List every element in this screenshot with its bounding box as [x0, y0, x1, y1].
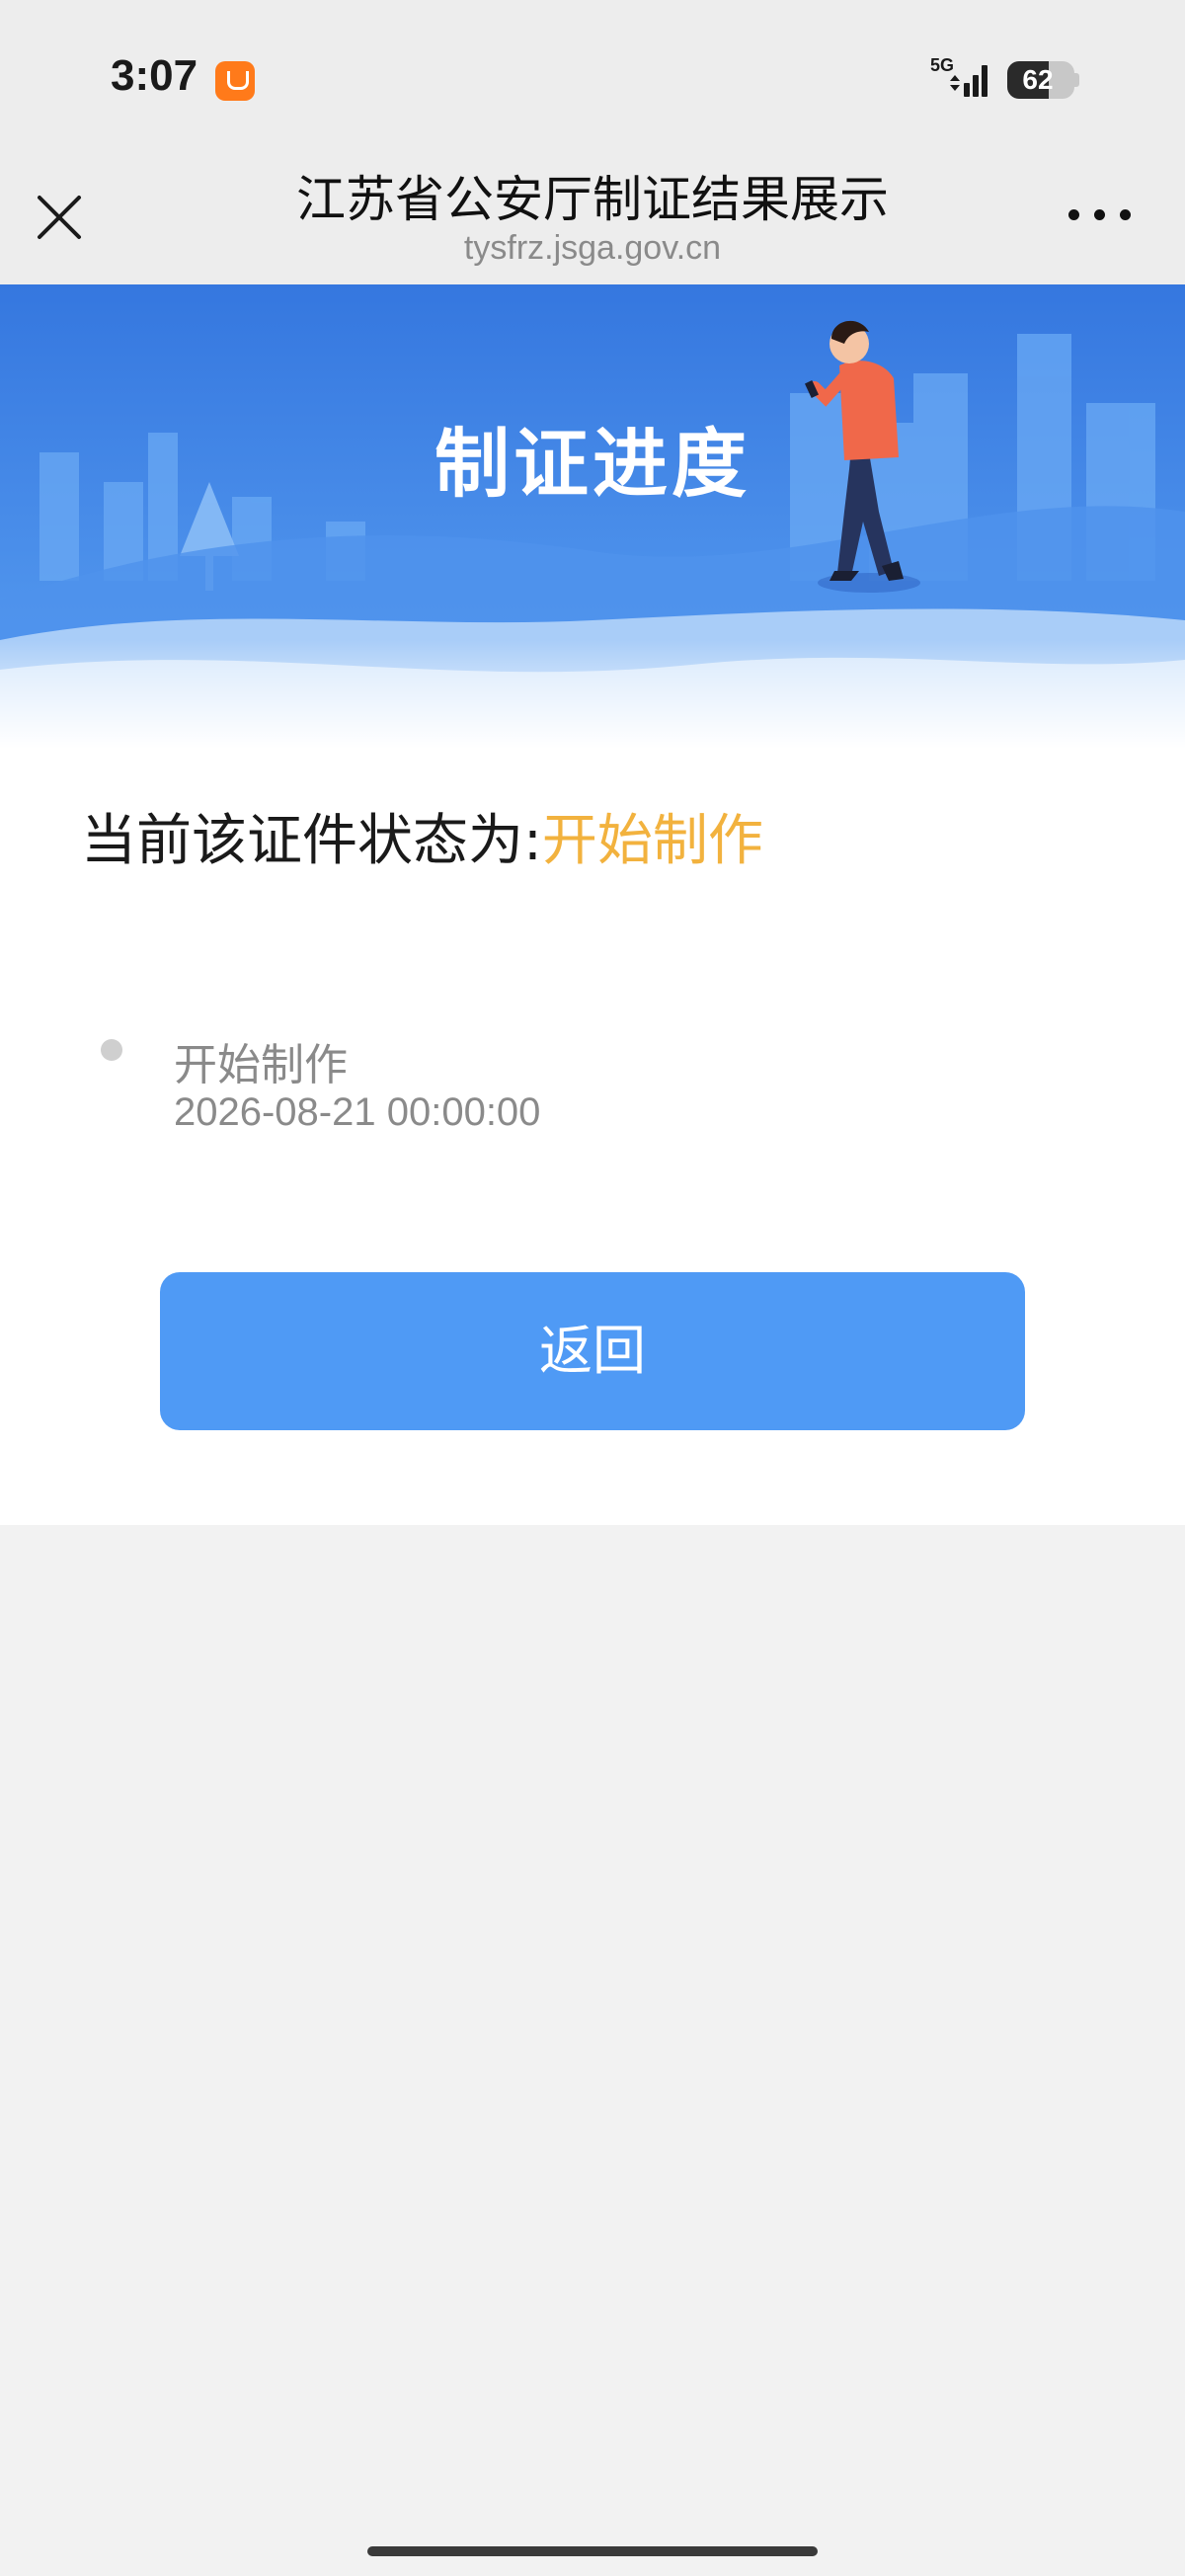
- taobao-app-icon: [215, 61, 255, 101]
- timeline-dot: [101, 1039, 122, 1061]
- battery-percent: 62: [1022, 64, 1054, 95]
- more-options-icon[interactable]: [1066, 200, 1136, 229]
- signal-icon: [950, 65, 988, 97]
- status-value: 开始制作: [541, 809, 763, 873]
- status-card: 当前该证件状态为:开始制作 开始制作 2026-08-21 00:00:00 返…: [0, 749, 1185, 1525]
- status-line: 当前该证件状态为:开始制作: [81, 796, 763, 876]
- nav-bar: 江苏省公安厅制证结果展示 tysfrz.jsga.gov.cn: [0, 148, 1185, 284]
- banner-title: 制证进度: [434, 420, 750, 508]
- status-bar: 3:07 5G 62: [0, 0, 1185, 148]
- timeline-item-label: 开始制作: [174, 1040, 348, 1090]
- back-button[interactable]: 返回: [160, 1272, 1025, 1430]
- timeline-item-time: 2026-08-21 00:00:00: [174, 1090, 541, 1134]
- battery-icon: 62: [1007, 61, 1074, 99]
- banner-illustration: [0, 284, 1185, 749]
- page-url: tysfrz.jsga.gov.cn: [463, 229, 722, 267]
- progress-banner: 制证进度: [0, 284, 1185, 749]
- page-title: 江苏省公安厅制证结果展示: [296, 171, 889, 228]
- status-prefix: 当前该证件状态为:: [81, 809, 542, 873]
- battery-tip: [1074, 73, 1079, 87]
- status-time: 3:07: [111, 51, 198, 100]
- home-indicator[interactable]: [367, 2546, 818, 2556]
